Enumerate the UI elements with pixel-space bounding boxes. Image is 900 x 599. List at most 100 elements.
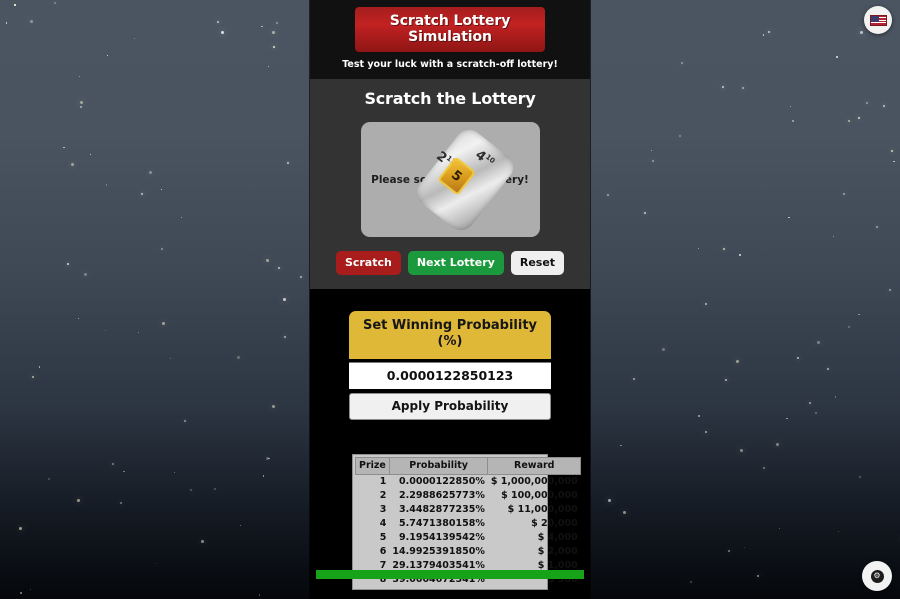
star	[201, 540, 205, 544]
app-title: Scratch Lottery Simulation	[355, 7, 545, 52]
star	[623, 511, 627, 514]
reset-button[interactable]: Reset	[510, 251, 565, 275]
reward-cell: $ 1,000,000,000	[490, 475, 578, 487]
table-row: 6 14.9925391850% $ 2,000	[356, 545, 581, 559]
star	[71, 163, 75, 167]
star	[239, 525, 241, 527]
star	[149, 171, 153, 175]
star	[865, 101, 868, 104]
star	[53, 1, 56, 4]
star	[104, 329, 107, 332]
star	[180, 216, 183, 219]
star	[105, 184, 107, 186]
star	[78, 76, 81, 78]
app-header: Scratch Lottery Simulation Test your luc…	[310, 0, 590, 79]
star	[47, 477, 50, 480]
prize-table-header-row: Prize Probability Reward	[355, 456, 582, 475]
scratch-section: Scratch the Lottery Please scratch the l…	[310, 79, 590, 289]
star	[736, 359, 740, 363]
star	[76, 499, 80, 503]
star	[661, 347, 665, 351]
star	[797, 357, 800, 360]
star	[160, 188, 163, 190]
scratch-coin-icon: 410 211 5	[411, 123, 519, 236]
star	[697, 248, 700, 250]
apply-probability-button[interactable]: Apply Probability	[349, 392, 551, 420]
star	[882, 104, 885, 107]
star	[817, 340, 821, 344]
star	[723, 247, 726, 250]
star	[762, 466, 765, 469]
probability-block: Set Winning Probability (%) Apply Probab…	[349, 311, 551, 420]
flag-canton	[870, 15, 879, 22]
scratch-section-title: Scratch the Lottery	[364, 89, 536, 108]
star	[837, 530, 839, 532]
probability-cell: 14.9925391850%	[392, 545, 485, 557]
star	[119, 502, 122, 504]
star	[858, 314, 860, 316]
star	[722, 85, 725, 88]
star	[89, 153, 92, 155]
prize-cell: 6	[379, 545, 387, 557]
star	[891, 149, 894, 152]
star	[680, 62, 683, 65]
star	[174, 471, 176, 473]
star	[832, 235, 835, 238]
star	[743, 547, 746, 549]
star	[272, 405, 276, 408]
app-panel: Scratch Lottery Simulation Test your luc…	[310, 0, 590, 599]
star	[857, 116, 860, 119]
settings-section: Set Winning Probability (%) Apply Probab…	[310, 289, 590, 599]
star	[221, 30, 225, 34]
prize-cell: 3	[379, 503, 387, 515]
prize-table: Prize Probability Reward 1 0.0000122850% $…	[355, 456, 582, 587]
column-header-prize: Prize	[355, 456, 390, 475]
star	[29, 588, 31, 591]
star	[31, 376, 34, 379]
star	[133, 38, 136, 40]
star	[236, 356, 240, 360]
probability-header-line1: Set Winning Probability	[362, 318, 538, 333]
star	[19, 526, 23, 530]
settings-button[interactable]: ⚙	[862, 561, 892, 591]
star	[272, 46, 275, 49]
star	[30, 20, 34, 23]
next-lottery-button[interactable]: Next Lottery	[407, 251, 504, 275]
star	[137, 331, 140, 334]
probability-header: Set Winning Probability (%)	[349, 311, 551, 359]
star	[278, 266, 281, 269]
probability-cell: 0.0000122850%	[399, 475, 485, 487]
star	[170, 357, 172, 360]
star	[67, 263, 70, 266]
star	[258, 594, 261, 596]
column-header-reward: Reward	[487, 456, 582, 475]
star	[679, 135, 682, 138]
star	[141, 193, 144, 195]
table-row: 3 3.4482877235% $ 11,000,000	[356, 503, 581, 517]
scratch-card-wrap: Please scratch the lottery! 410 211 5	[310, 122, 590, 237]
star	[698, 415, 700, 417]
star	[809, 401, 812, 404]
star	[80, 106, 82, 108]
star	[123, 470, 125, 472]
star	[789, 106, 792, 108]
star	[84, 272, 88, 276]
probability-input[interactable]	[349, 361, 551, 389]
scratch-card[interactable]: Please scratch the lottery! 410 211 5	[360, 122, 540, 237]
probability-cell: 3.4482877235%	[399, 503, 485, 515]
star	[267, 65, 270, 68]
screen-root: Scratch Lottery Simulation Test your luc…	[0, 0, 900, 599]
star	[268, 457, 270, 459]
prize-cell: 1	[379, 475, 387, 487]
language-selector-button[interactable]	[864, 6, 892, 34]
star	[161, 321, 165, 325]
star	[112, 462, 115, 465]
star	[287, 162, 289, 165]
scratch-actions: Scratch Next Lottery Reset	[310, 251, 590, 275]
star	[742, 86, 745, 89]
star	[704, 302, 707, 305]
scratch-button[interactable]: Scratch	[335, 251, 401, 275]
star	[38, 366, 40, 368]
star	[606, 194, 609, 197]
star	[160, 247, 163, 250]
